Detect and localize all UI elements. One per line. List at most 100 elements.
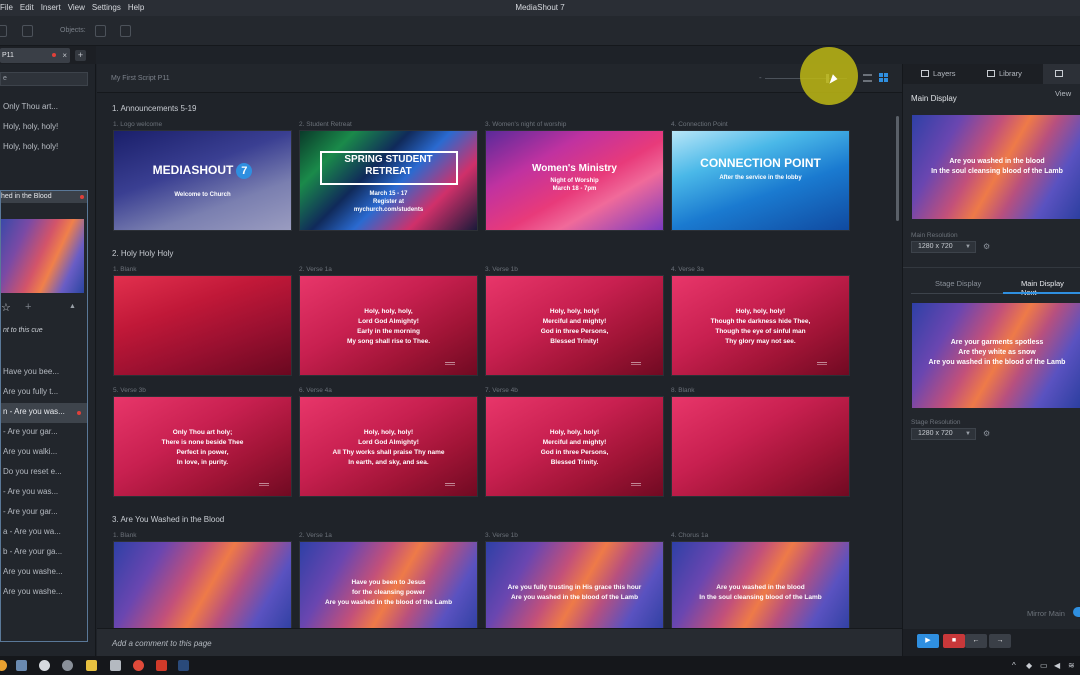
slide-line: Only Thou art holy; bbox=[172, 429, 233, 436]
slide-thumbnail[interactable]: Holy, holy, holy! Merciful and mighty! God… bbox=[485, 396, 664, 497]
cue-item[interactable]: - Are your gar... bbox=[1, 423, 87, 443]
slide-thumbnail[interactable] bbox=[671, 396, 850, 497]
scrollbar[interactable] bbox=[896, 116, 899, 221]
tab-label: Layers bbox=[933, 69, 956, 78]
cue-item[interactable]: - Are your gar... bbox=[1, 503, 87, 523]
tab-layers[interactable]: Layers bbox=[921, 64, 956, 84]
slide-thumbnail[interactable]: CONNECTION POINT After the service in the… bbox=[671, 130, 850, 231]
slide-label: 1. Blank bbox=[113, 532, 137, 539]
cue-item[interactable]: Are you washe... bbox=[1, 563, 87, 583]
pdf-icon[interactable] bbox=[156, 660, 167, 671]
cue-item[interactable]: Do you reset e... bbox=[1, 463, 87, 483]
preview-line: Are your garments spotless bbox=[950, 339, 1044, 346]
slide-label: 8. Blank bbox=[671, 387, 695, 394]
cue-item[interactable]: Are you washe... bbox=[1, 583, 87, 603]
slide-label: 3. Women's night of worship bbox=[485, 121, 567, 128]
search-input[interactable]: e bbox=[0, 72, 88, 86]
cue-item[interactable]: Have you bee... bbox=[1, 363, 87, 383]
chrome-icon[interactable] bbox=[133, 660, 144, 671]
calculator-icon[interactable] bbox=[110, 660, 121, 671]
dropbox-icon[interactable]: ◆ bbox=[1026, 661, 1032, 670]
cue-item[interactable]: a - Are you wa... bbox=[1, 523, 87, 543]
comment-bar[interactable]: Add a comment to this page bbox=[97, 628, 902, 656]
cue-tools: ☆ + ▲ bbox=[1, 293, 87, 317]
slide-line: In the soul cleansing blood of the Lamb bbox=[699, 594, 822, 601]
tab-view[interactable]: View bbox=[1043, 64, 1080, 98]
mediashout-icon[interactable] bbox=[178, 660, 189, 671]
slide-thumbnail[interactable]: Are you fully trusting in His grace this… bbox=[485, 541, 664, 628]
arrow-right-icon[interactable]: → bbox=[989, 634, 1011, 648]
tab-library[interactable]: Library bbox=[987, 64, 1022, 84]
list-item[interactable]: Only Thou art... bbox=[0, 100, 92, 120]
network-icon[interactable]: ▭ bbox=[1040, 661, 1048, 670]
list-item[interactable]: Holy, holy, holy! bbox=[0, 120, 92, 140]
main-resolution-select[interactable]: 1280 x 720 ▼ bbox=[911, 241, 976, 253]
arrow-left-icon[interactable]: ← bbox=[965, 634, 987, 648]
tab-p11[interactable]: P11 × bbox=[0, 48, 70, 63]
add-tab-button[interactable]: + bbox=[75, 50, 86, 61]
file-explorer-icon[interactable] bbox=[16, 660, 27, 671]
slide-thumbnail[interactable]: Holy, holy, holy! Lord God Almighty! All T… bbox=[299, 396, 478, 497]
slide-thumbnail[interactable] bbox=[113, 275, 292, 376]
select-value: 1280 x 720 bbox=[918, 243, 953, 250]
slide-label: 1. Logo welcome bbox=[113, 121, 163, 128]
slide-thumbnail[interactable]: Are you washed in the blood In the soul c… bbox=[671, 541, 850, 628]
select-value: 1280 x 720 bbox=[918, 430, 953, 437]
playback-controls: ▶ ■ ← → bbox=[903, 629, 1080, 656]
cue-item[interactable]: Are you fully t... bbox=[1, 383, 87, 403]
folder-icon[interactable] bbox=[86, 660, 97, 671]
slide-label: 7. Verse 4b bbox=[485, 387, 518, 394]
tab-stage-display[interactable]: Stage Display bbox=[935, 279, 981, 288]
star-icon[interactable]: ☆ bbox=[1, 301, 11, 314]
undo-icon[interactable] bbox=[0, 25, 7, 37]
slide-label: 4. Verse 3a bbox=[671, 266, 704, 273]
cue-item[interactable]: Are you walki... bbox=[1, 443, 87, 463]
cue-item[interactable]: n - Are you was... bbox=[1, 403, 87, 423]
divider bbox=[911, 293, 1003, 294]
slide-thumbnail[interactable]: Holy, holy, holy, Lord God Almighty! Early… bbox=[299, 275, 478, 376]
mirror-main-label: Mirror Main bbox=[1027, 609, 1065, 618]
list-item[interactable]: Holy, holy, holy! bbox=[0, 140, 92, 160]
slide-thumbnail[interactable]: MEDIASHOUT 7 Welcome to Church bbox=[113, 130, 292, 231]
plus-icon[interactable]: + bbox=[25, 301, 31, 313]
slide-thumbnail[interactable]: SPRING STUDENT RETREAT March 15 - 17 Regis… bbox=[299, 130, 478, 231]
close-icon[interactable]: × bbox=[62, 51, 67, 60]
browser-icon[interactable] bbox=[39, 660, 50, 671]
panel-tabs: Layers Library View bbox=[903, 64, 1080, 98]
slide-thumbnail[interactable]: Have you been to Jesus for the cleansing … bbox=[299, 541, 478, 628]
app-icon[interactable] bbox=[62, 660, 73, 671]
object-media-icon[interactable] bbox=[120, 25, 131, 37]
cue-item[interactable]: - Are you was... bbox=[1, 483, 87, 503]
grid-view-icon[interactable] bbox=[879, 73, 888, 82]
stop-icon[interactable]: ■ bbox=[943, 634, 965, 648]
start-icon[interactable] bbox=[0, 660, 7, 671]
gear-icon[interactable]: ⚙ bbox=[983, 242, 990, 251]
wifi-icon[interactable]: ≋ bbox=[1068, 661, 1075, 670]
chevron-up-icon[interactable]: ▲ bbox=[69, 303, 76, 310]
mirror-main-toggle[interactable] bbox=[1073, 607, 1080, 617]
slide-line: Night of Worship bbox=[550, 178, 599, 184]
volume-icon[interactable]: ◀ bbox=[1054, 661, 1060, 670]
slide-thumbnail[interactable]: Holy, holy, holy! Merciful and mighty! God… bbox=[485, 275, 664, 376]
chevron-down-icon: ▼ bbox=[965, 431, 971, 437]
zoom-out-icon[interactable]: - bbox=[759, 73, 762, 82]
slide-line: Lord God Almighty! bbox=[358, 439, 419, 446]
play-icon[interactable]: ▶ bbox=[917, 634, 939, 648]
slide-line: March 15 - 17 bbox=[369, 191, 408, 197]
slide-thumbnail[interactable] bbox=[113, 541, 292, 628]
slide-thumbnail[interactable]: Women's Ministry Night of Worship March 18… bbox=[485, 130, 664, 231]
chevron-up-icon[interactable]: ^ bbox=[1012, 661, 1016, 670]
cue-thumbnail[interactable] bbox=[1, 219, 84, 293]
cue-item[interactable]: b - Are your ga... bbox=[1, 543, 87, 563]
slide-thumbnail[interactable]: Holy, holy, holy! Though the darkness hid… bbox=[671, 275, 850, 376]
object-text-icon[interactable] bbox=[95, 25, 106, 37]
cue-header[interactable]: hed in the Blood bbox=[1, 191, 87, 203]
redo-icon[interactable] bbox=[22, 25, 33, 37]
slide-thumbnail[interactable]: Only Thou art holy; There is none beside … bbox=[113, 396, 292, 497]
list-view-icon[interactable] bbox=[863, 74, 872, 82]
tab-main-display-next[interactable]: Main Display Next bbox=[1021, 279, 1080, 297]
slide-line: Register at bbox=[372, 199, 404, 205]
slide-line: Are you washed in the blood of the Lamb bbox=[510, 594, 639, 601]
gear-icon[interactable]: ⚙ bbox=[983, 429, 990, 438]
stage-resolution-select[interactable]: 1280 x 720 ▼ bbox=[911, 428, 976, 440]
